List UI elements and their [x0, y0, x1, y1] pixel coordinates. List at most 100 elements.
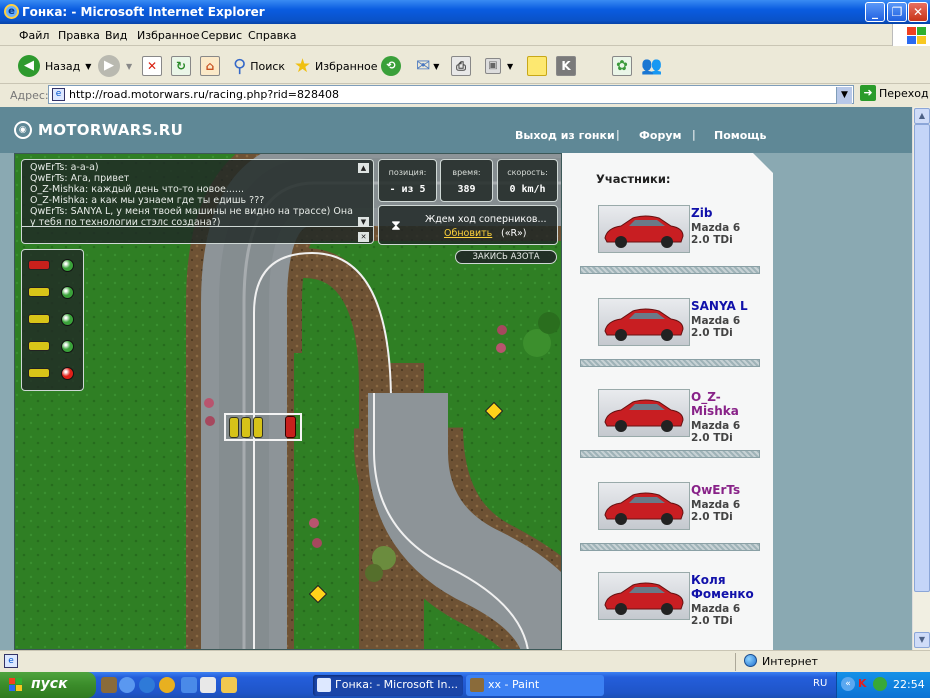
edit-icon: ▣ — [485, 58, 501, 74]
scroll-up-icon[interactable]: ▲ — [914, 108, 930, 124]
participant-car: Mazda 6 2.0 TDi — [691, 603, 741, 627]
print-button[interactable]: ⎙ — [451, 53, 471, 79]
quicklaunch-paint-icon[interactable] — [101, 677, 117, 693]
participants-panel: Участники: Zib Mazda 6 2.0 TDi SANYA L M… — [562, 153, 773, 650]
mail-icon: ✉ — [416, 56, 431, 76]
quicklaunch-folder-icon[interactable] — [221, 677, 237, 693]
go-label: Переход — [879, 86, 929, 100]
participant-card[interactable]: SANYA L Mazda 6 2.0 TDi — [580, 298, 760, 368]
quicklaunch-media-icon[interactable] — [139, 677, 155, 693]
page-scrollbar[interactable]: ▲ ▼ — [912, 107, 930, 650]
back-dropdown-icon[interactable]: ▼ — [85, 62, 91, 71]
stop-icon: ✕ — [142, 56, 162, 76]
status-divider — [735, 653, 736, 671]
go-button[interactable]: ➜ Переход — [860, 85, 929, 101]
notes-button[interactable] — [527, 53, 547, 79]
participants-label: Участники: — [596, 172, 671, 186]
messenger-button[interactable]: 👥 — [641, 53, 662, 79]
taskbar: пуск Гонка: - Microsoft In... xx - Paint… — [0, 672, 930, 698]
nav-exit-race[interactable]: Выход из гонки — [515, 129, 615, 142]
participant-card[interactable]: QwErTs Mazda 6 2.0 TDi — [580, 482, 760, 552]
scroll-down-icon[interactable]: ▼ — [914, 632, 930, 648]
page-status-icon: e — [4, 654, 18, 668]
edit-dropdown-icon[interactable]: ▼ — [507, 62, 513, 71]
search-icon: ⚲ — [233, 55, 247, 77]
toolbar: ◀ Назад ▼ ▶ ▼ ✕ ↻ ⌂ ⚲ Поиск ★ Избранное … — [0, 46, 930, 84]
refresh-button[interactable]: ↻ — [171, 53, 191, 79]
internet-zone-label: Интернет — [762, 655, 818, 668]
quicklaunch-ie-icon[interactable] — [119, 677, 135, 693]
ie-icon: e — [4, 4, 19, 19]
start-button[interactable]: пуск — [0, 672, 96, 698]
participant-car: Mazda 6 2.0 TDi — [691, 499, 741, 523]
menu-file[interactable]: Файл — [19, 29, 49, 42]
participant-progress-bar — [580, 266, 760, 274]
close-button[interactable]: ✕ — [908, 2, 928, 22]
refresh-icon: ↻ — [171, 56, 191, 76]
address-input[interactable]: e http://road.motorwars.ru/racing.php?ri… — [48, 85, 854, 104]
car-photo — [598, 298, 690, 346]
window-title: Гонка: - Microsoft Internet Explorer — [22, 5, 265, 19]
status-bar: e Интернет — [0, 650, 930, 672]
minimize-button[interactable]: _ — [865, 2, 885, 22]
address-url: http://road.motorwars.ru/racing.php?rid=… — [69, 88, 339, 101]
game-frame — [14, 153, 562, 650]
address-dropdown-icon[interactable]: ▼ — [836, 87, 852, 104]
k-tool-icon: K — [556, 56, 576, 76]
menu-view[interactable]: Вид — [105, 29, 127, 42]
participant-card[interactable]: Коля Фоменко Mazda 6 2.0 TDi — [580, 572, 760, 642]
history-button[interactable]: ⟲ — [381, 53, 401, 79]
tray-green-icon[interactable] — [873, 677, 887, 691]
taskbar-ie-task[interactable]: Гонка: - Microsoft In... — [313, 675, 463, 696]
car-photo — [598, 205, 690, 253]
participant-name[interactable]: SANYA L — [691, 299, 761, 313]
taskbar-paint-task[interactable]: xx - Paint — [466, 675, 604, 696]
search-button[interactable]: ⚲ Поиск — [233, 53, 285, 79]
site-logo[interactable]: ◉ MOTORWARS.RU — [14, 121, 183, 139]
logo-text: MOTORWARS.RU — [38, 121, 184, 139]
menu-help[interactable]: Справка — [248, 29, 296, 42]
quicklaunch-desktop-icon[interactable] — [181, 677, 197, 693]
quicklaunch-browser-icon[interactable] — [159, 677, 175, 693]
nav-separator: | — [616, 128, 620, 141]
mail-dropdown-icon[interactable]: ▼ — [433, 62, 439, 71]
favorites-label: Избранное — [315, 59, 378, 73]
participant-car: Mazda 6 2.0 TDi — [691, 315, 741, 339]
quicklaunch-window-icon[interactable] — [200, 677, 216, 693]
mail-button[interactable]: ✉ ▼ — [416, 53, 439, 79]
race-track-map[interactable]: QwErTs: а-а-а) QwErTs: Ага, привет O_Z-M… — [14, 153, 562, 650]
language-indicator[interactable]: RU — [813, 678, 827, 689]
forward-button[interactable]: ▶ ▼ — [98, 53, 132, 79]
nav-separator: | — [692, 128, 696, 141]
stop-button[interactable]: ✕ — [142, 53, 162, 79]
nav-help[interactable]: Помощь — [714, 129, 766, 142]
windows-flag-icon — [9, 678, 23, 692]
back-label: Назад — [45, 59, 81, 73]
maximize-button[interactable]: ❐ — [887, 2, 907, 22]
participant-progress-bar — [580, 450, 760, 458]
address-bar: Адрес: e http://road.motorwars.ru/racing… — [0, 84, 930, 106]
participant-name[interactable]: QwErTs — [691, 483, 761, 497]
menu-favorites[interactable]: Избранное — [137, 29, 199, 42]
favorites-button[interactable]: ★ Избранное — [294, 53, 378, 79]
menu-edit[interactable]: Правка — [58, 29, 100, 42]
forward-dropdown-icon[interactable]: ▼ — [126, 62, 132, 71]
scroll-thumb[interactable] — [914, 124, 930, 592]
home-button[interactable]: ⌂ — [200, 53, 220, 79]
menu-tools[interactable]: Сервис — [201, 29, 242, 42]
icq-button[interactable]: ✿ — [612, 53, 632, 79]
k-tool-button[interactable]: K — [556, 53, 576, 79]
nav-forum[interactable]: Форум — [639, 129, 682, 142]
go-arrow-icon: ➜ — [860, 85, 876, 101]
car-photo — [598, 389, 690, 437]
participant-name[interactable]: Zib — [691, 206, 761, 220]
back-button[interactable]: ◀ Назад ▼ — [18, 53, 91, 79]
participant-name[interactable]: O_Z-Mishka — [691, 390, 761, 418]
participant-card[interactable]: Zib Mazda 6 2.0 TDi — [580, 205, 760, 275]
edit-button[interactable]: ▣ ▼ — [485, 53, 513, 79]
participant-name[interactable]: Коля Фоменко — [691, 573, 761, 601]
participant-card[interactable]: O_Z-Mishka Mazda 6 2.0 TDi — [580, 389, 760, 459]
tray-arrow-icon[interactable]: « — [841, 677, 855, 691]
tray-kaspersky-icon[interactable]: K — [858, 677, 867, 690]
window-titlebar[interactable]: e Гонка: - Microsoft Internet Explorer _… — [0, 0, 930, 24]
